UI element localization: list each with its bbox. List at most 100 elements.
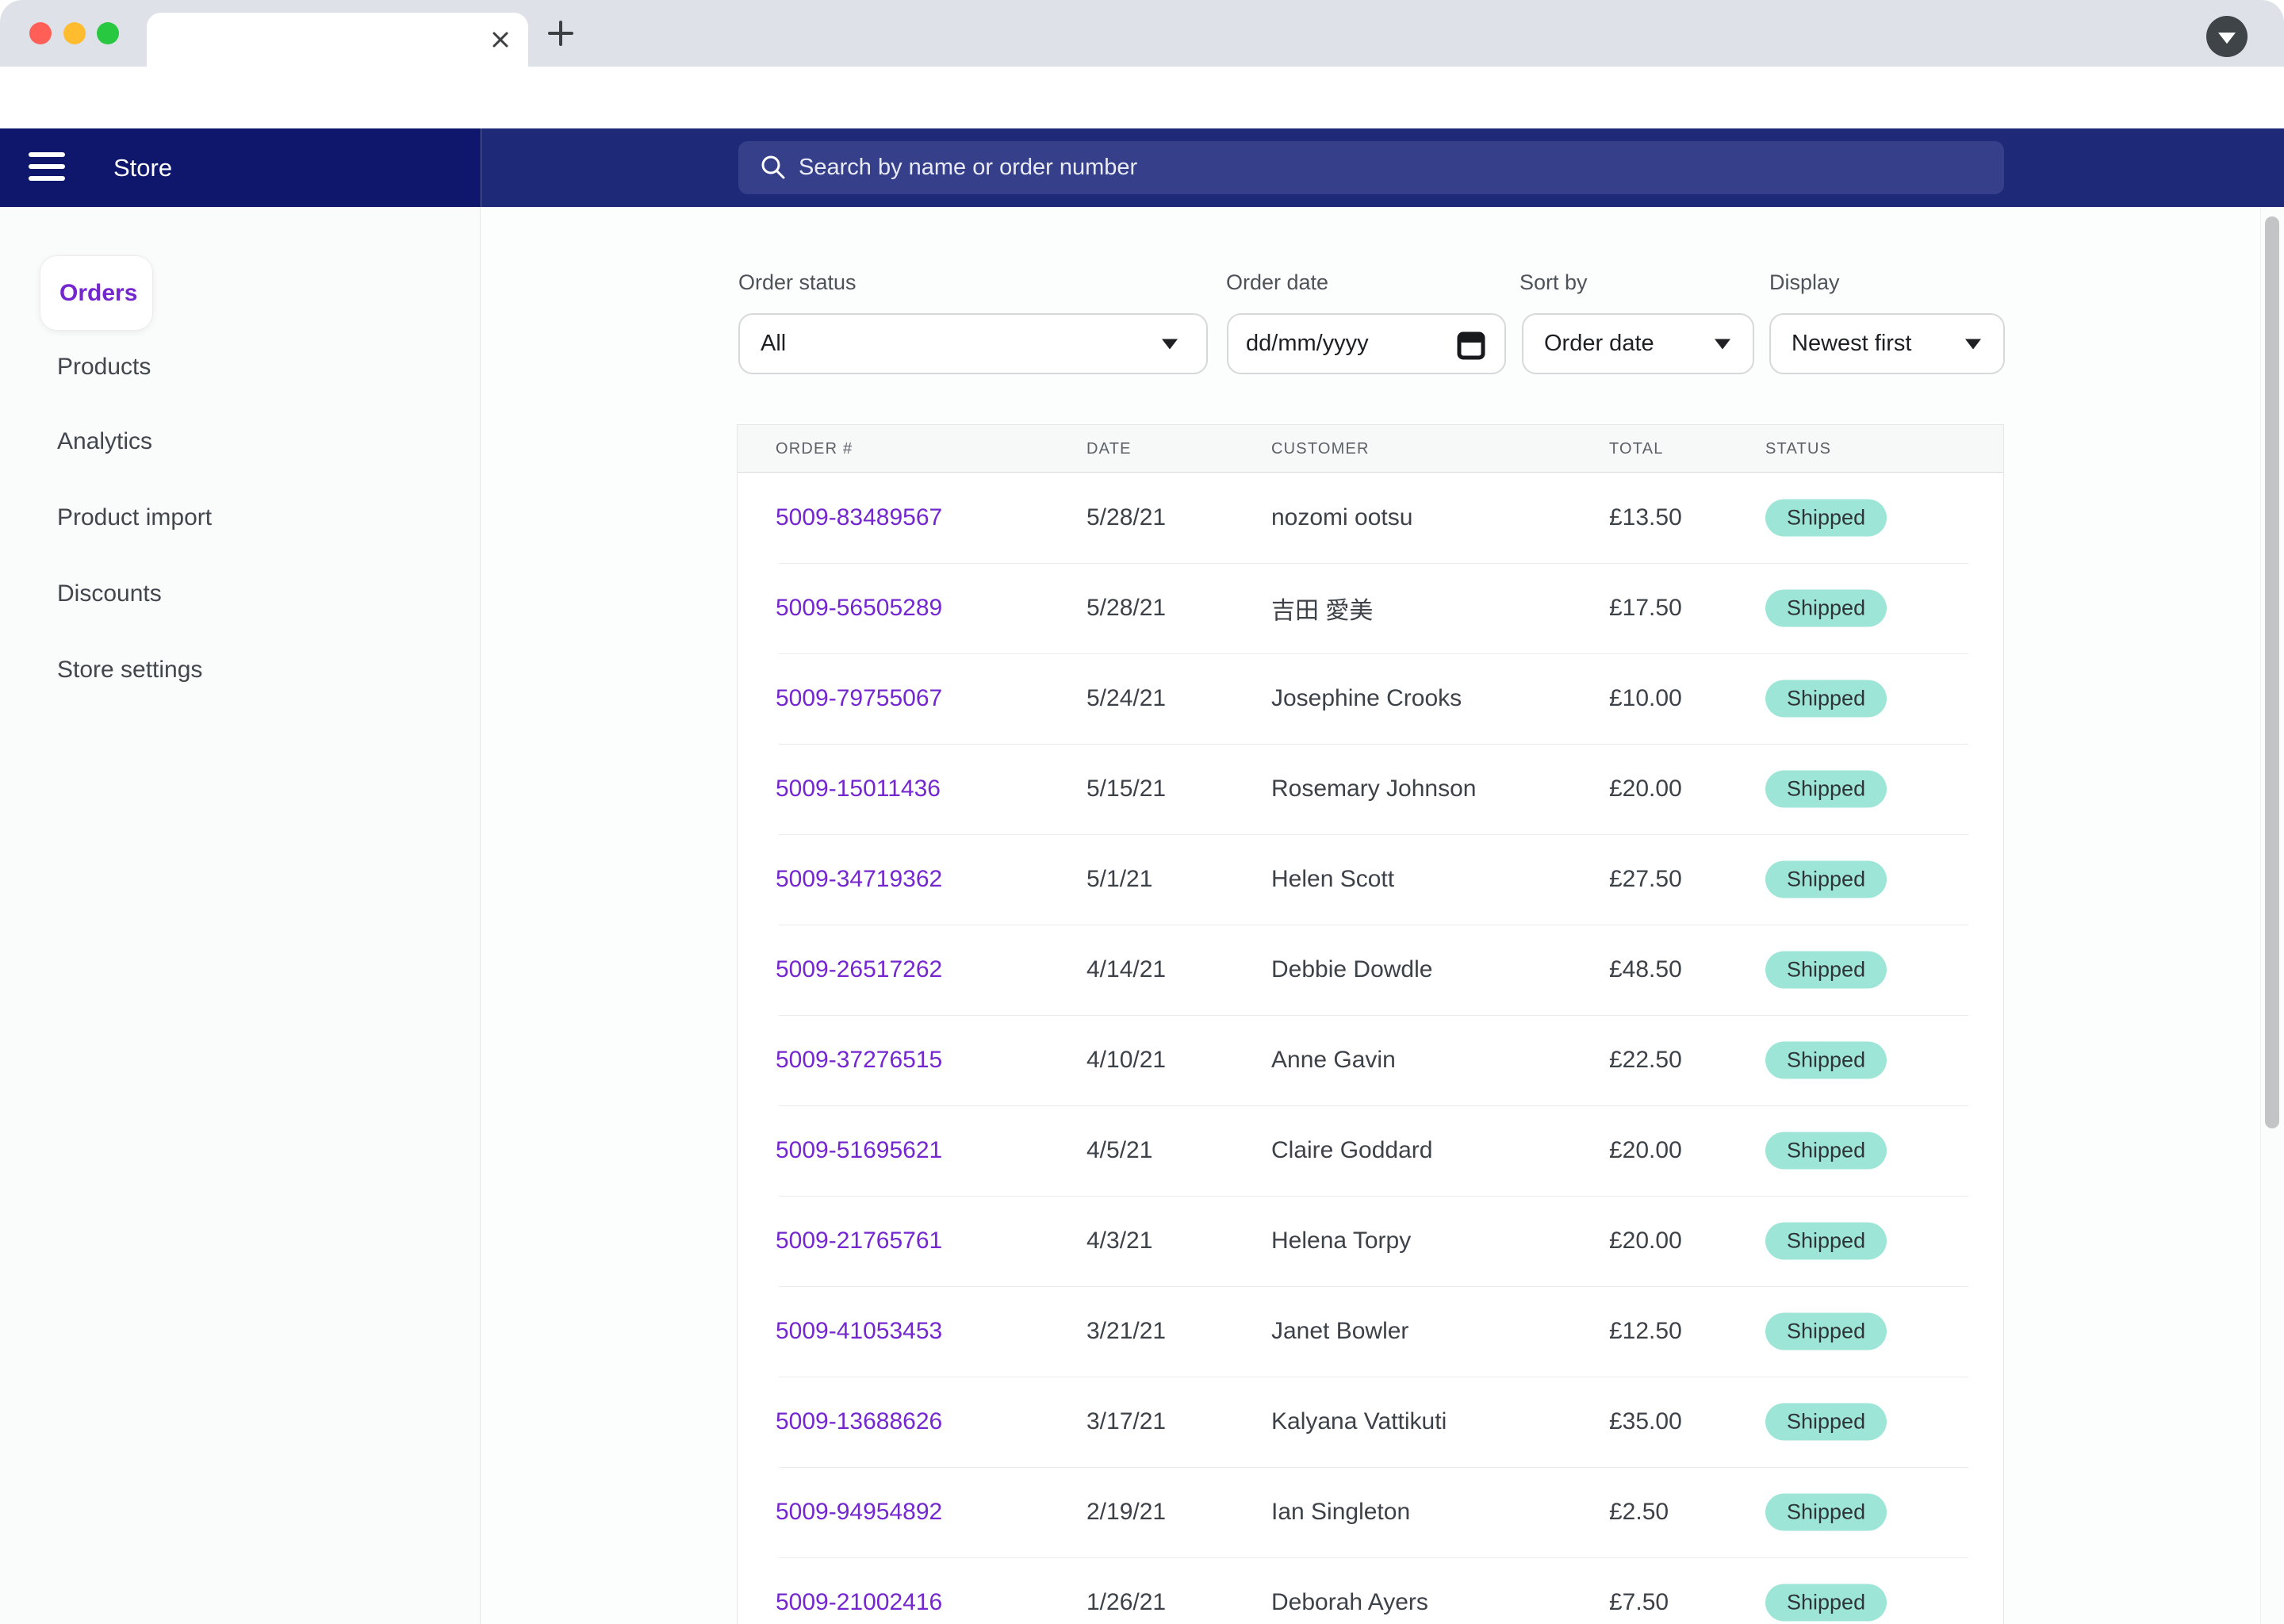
status-badge: Shipped: [1765, 1584, 1887, 1622]
status-badge: Shipped: [1765, 771, 1887, 808]
status-badge: Shipped: [1765, 1313, 1887, 1350]
chevron-down-icon: [1715, 339, 1730, 349]
order-number-link[interactable]: 5009-79755067: [776, 685, 942, 712]
customer-cell: Deborah Ayers: [1271, 1589, 1428, 1616]
column-header-status: STATUS: [1765, 425, 1831, 473]
customer-cell: Helen Scott: [1271, 866, 1394, 893]
order-date-placeholder: dd/mm/yyyy: [1246, 315, 1369, 373]
sort-by-label: Sort by: [1519, 270, 1588, 294]
browser-toolbar: [0, 67, 2284, 128]
status-badge: Shipped: [1765, 680, 1887, 718]
chevron-down-icon: [2218, 33, 2236, 44]
search-icon: [759, 153, 788, 182]
status-badge: Shipped: [1765, 1404, 1887, 1441]
table-row: 5009-150114365/15/21Rosemary Johnson£20.…: [738, 744, 2003, 834]
customer-cell: Debbie Dowdle: [1271, 956, 1432, 983]
column-header-date: DATE: [1086, 425, 1132, 473]
app-title: Store: [113, 128, 172, 207]
customer-cell: 吉田 愛美: [1271, 591, 1373, 626]
sidebar-item-discounts[interactable]: Discounts: [57, 578, 162, 610]
app-navbar: Store: [0, 128, 2284, 207]
order-status-select[interactable]: All: [738, 313, 1208, 374]
column-header-order: ORDER #: [776, 425, 853, 473]
table-row: 5009-347193625/1/21Helen Scott£27.50Ship…: [738, 834, 2003, 925]
order-number-link[interactable]: 5009-13688626: [776, 1408, 942, 1435]
status-badge: Shipped: [1765, 952, 1887, 989]
table-row: 5009-79755067 5/24/21 Josephine Crooks £10.…: [738, 653, 2003, 744]
order-number-link[interactable]: 5009-37276515: [776, 1047, 942, 1074]
order-number-link[interactable]: 5009-56505289: [776, 595, 942, 622]
display-select[interactable]: Newest first: [1769, 313, 2005, 374]
sidebar-item-products[interactable]: Products: [57, 351, 151, 383]
calendar-icon[interactable]: [1457, 330, 1485, 360]
order-number-link[interactable]: 5009-26517262: [776, 956, 942, 983]
table-row: 5009-410534533/21/21Janet Bowler£12.50Sh…: [738, 1286, 2003, 1377]
order-number-link[interactable]: 5009-21765761: [776, 1228, 942, 1254]
order-number-link[interactable]: 5009-83489567: [776, 504, 942, 531]
sort-by-value: Order date: [1544, 315, 1654, 373]
sidebar-item-label: Orders: [40, 256, 152, 330]
customer-cell: Helena Torpy: [1271, 1228, 1411, 1254]
customer-cell: Kalyana Vattikuti: [1271, 1408, 1447, 1435]
order-date-cell: 1/26/21: [1086, 1589, 1166, 1616]
column-header-total: TOTAL: [1609, 425, 1664, 473]
order-number-link[interactable]: 5009-34719362: [776, 866, 942, 893]
total-cell: £7.50: [1609, 1589, 1669, 1616]
table-row: 5009-265172624/14/21Debbie Dowdle£48.50S…: [738, 925, 2003, 1015]
order-date-label: Order date: [1226, 270, 1328, 294]
browser-tab[interactable]: [147, 13, 528, 67]
profile-chevron-button[interactable]: [2206, 16, 2248, 57]
order-date-cell: 5/1/21: [1086, 866, 1152, 893]
display-label: Display: [1769, 270, 1840, 294]
sidebar-item-analytics[interactable]: Analytics: [57, 426, 152, 458]
table-row: 5009-516956214/5/21Claire Goddard£20.00S…: [738, 1105, 2003, 1196]
traffic-light-minimize-button[interactable]: [63, 22, 86, 44]
traffic-light-zoom-button[interactable]: [97, 22, 119, 44]
order-date-cell: 3/17/21: [1086, 1408, 1166, 1435]
total-cell: £20.00: [1609, 1228, 1682, 1254]
chevron-down-icon: [1965, 339, 1981, 349]
order-status-value: All: [761, 315, 786, 373]
scrollbar-track[interactable]: [2260, 207, 2284, 1624]
traffic-light-close-button[interactable]: [29, 22, 52, 44]
table-row: 5009-565052895/28/21吉田 愛美£17.50Shipped: [738, 563, 2003, 653]
display-value: Newest first: [1792, 315, 1911, 373]
order-date-cell: 5/28/21: [1086, 595, 1166, 622]
order-number-link[interactable]: 5009-21002416: [776, 1589, 942, 1616]
customer-cell: Claire Goddard: [1271, 1137, 1432, 1164]
order-date-input[interactable]: dd/mm/yyyy: [1227, 313, 1506, 374]
new-tab-button[interactable]: [545, 17, 577, 49]
order-number-link[interactable]: 5009-41053453: [776, 1318, 942, 1345]
customer-cell: Josephine Crooks: [1271, 685, 1462, 712]
sidebar-item-product-import[interactable]: Product import: [57, 502, 212, 534]
order-date-cell: 5/15/21: [1086, 776, 1166, 802]
orders-table: ORDER # DATE CUSTOMER TOTAL STATUS 5009-…: [737, 424, 2004, 1624]
status-badge: Shipped: [1765, 1223, 1887, 1260]
chevron-down-icon: [1162, 339, 1178, 349]
order-date-cell: 5/24/21: [1086, 685, 1166, 712]
table-row: 5009-834895675/28/21nozomi ootsu£13.50Sh…: [738, 473, 2003, 563]
order-date-cell: 4/14/21: [1086, 956, 1166, 983]
global-search[interactable]: [738, 141, 2004, 194]
order-number-link[interactable]: 5009-15011436: [776, 776, 941, 802]
customer-cell: nozomi ootsu: [1271, 504, 1412, 531]
orders-table-header: ORDER # DATE CUSTOMER TOTAL STATUS: [738, 425, 2003, 473]
sidebar-item-store-settings[interactable]: Store settings: [57, 654, 202, 686]
status-badge: Shipped: [1765, 1132, 1887, 1170]
total-cell: £27.50: [1609, 866, 1682, 893]
column-header-customer: CUSTOMER: [1271, 425, 1370, 473]
order-date-cell: 4/5/21: [1086, 1137, 1152, 1164]
sort-by-select[interactable]: Order date: [1522, 313, 1754, 374]
sidebar-item-orders[interactable]: Orders: [40, 255, 153, 331]
close-icon[interactable]: [489, 28, 512, 52]
status-badge: Shipped: [1765, 1494, 1887, 1531]
order-date-cell: 2/19/21: [1086, 1499, 1166, 1526]
sidebar: Orders Products Analytics Product import…: [0, 207, 481, 1624]
scrollbar-thumb[interactable]: [2265, 216, 2279, 1128]
hamburger-menu-icon[interactable]: [29, 151, 65, 183]
order-number-link[interactable]: 5009-51695621: [776, 1137, 942, 1164]
total-cell: £10.00: [1609, 685, 1682, 712]
search-input[interactable]: [799, 141, 1972, 194]
status-badge: Shipped: [1765, 590, 1887, 627]
order-number-link[interactable]: 5009-94954892: [776, 1499, 942, 1526]
